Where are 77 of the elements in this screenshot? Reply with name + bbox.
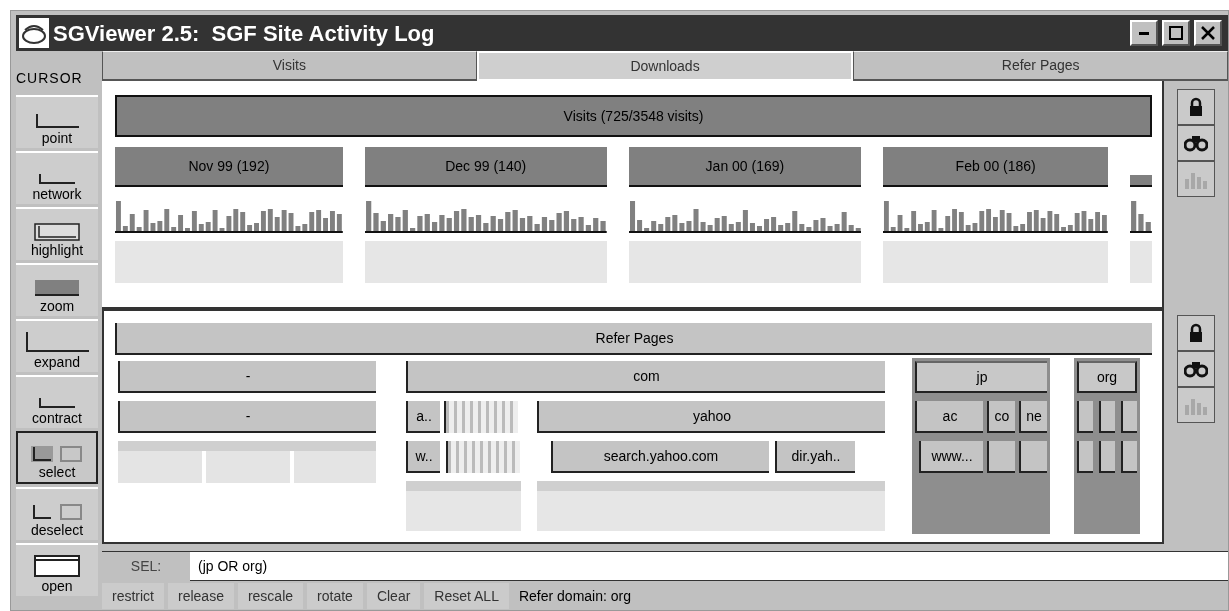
corner-icon [37,173,77,185]
cursor-tool[interactable]: zoom [16,263,98,316]
window-icon [34,555,80,577]
cursor-tool[interactable]: highlight [16,207,98,260]
binoculars-icon [1184,360,1208,378]
app-icon [19,18,49,48]
month-bar[interactable] [1130,175,1152,187]
month-bar[interactable]: Feb 00 (186) [883,147,1109,187]
window-title: SGViewer 2.5: SGF Site Activity Log [53,19,436,48]
close-button[interactable] [1194,20,1222,46]
empty-node [1121,441,1137,473]
corner-icon [34,113,80,129]
month-bar[interactable]: Dec 99 (140) [364,147,607,187]
page-bar[interactable]: dir.yah.. [775,441,855,473]
squares-icon [30,503,84,521]
side-tool[interactable] [1177,89,1215,125]
page-bar[interactable]: www... [919,441,983,473]
side-tool[interactable] [1177,351,1215,387]
cursor-tool[interactable]: deselect [16,487,98,540]
subdomain-bar[interactable]: yahoo [537,401,885,433]
bar-icon [34,279,80,297]
close-icon [1200,25,1216,41]
subdomain-bar[interactable]: a.. [406,401,440,433]
squares-icon [30,445,84,463]
cursor-tool[interactable]: open [16,543,98,596]
lock-icon [1188,97,1204,117]
tab[interactable]: Visits [102,51,477,81]
empty-node [1121,401,1137,433]
side-tool[interactable] [1177,315,1215,351]
subdomain-bar[interactable]: - [118,401,376,433]
cursor-label: CURSOR [16,69,84,88]
empty-node [1099,401,1115,433]
domain-bar[interactable]: jp [915,361,1047,393]
month-bar[interactable]: Jan 00 (169) [628,147,862,187]
domain-bar[interactable]: com [406,361,885,393]
corner-icon [37,397,77,409]
domain-bar[interactable]: - [118,361,376,393]
empty-node [1077,441,1093,473]
cursor-tool[interactable]: contract [16,375,98,428]
empty-node [1019,441,1047,473]
command-button[interactable]: release [168,583,234,609]
status-text: Refer domain: org [517,586,631,606]
page-bar[interactable]: search.yahoo.com [551,441,769,473]
subdomain-bar[interactable]: ac [915,401,983,433]
visits-header: Visits (725/3548 visits) [115,95,1152,137]
minimize-icon [1136,31,1152,35]
command-button[interactable]: Reset ALL [424,583,509,609]
lock-icon [1188,323,1204,343]
page-bar[interactable]: w.. [406,441,440,473]
command-button[interactable]: restrict [102,583,164,609]
minimize-button[interactable] [1130,20,1158,46]
command-button[interactable]: rescale [237,583,304,609]
side-tool[interactable] [1177,125,1215,161]
maximize-button[interactable] [1162,20,1190,46]
cursor-tool[interactable]: point [16,95,98,148]
selection-field[interactable]: (jp OR org) [190,552,1228,581]
binoculars-icon [1184,134,1208,152]
maximize-icon [1168,25,1184,41]
cursor-tool[interactable]: expand [16,319,98,372]
cursor-tool[interactable]: select [16,431,98,484]
command-button[interactable]: rotate [307,583,363,609]
tab[interactable]: Downloads [476,51,854,81]
subdomain-bar[interactable]: co [987,401,1015,433]
subdomain-bar[interactable]: ne [1019,401,1047,433]
empty-node [1077,401,1093,433]
frame-icon [34,223,80,241]
empty-node [1099,441,1115,473]
command-button[interactable]: Clear [366,583,421,609]
corner-icon [24,331,90,353]
cursor-tool[interactable]: network [16,151,98,204]
month-bar[interactable]: Nov 99 (192) [115,147,343,187]
refer-header: Refer Pages [115,323,1152,355]
sparkline-chart [1130,199,1152,233]
empty-node [987,441,1015,473]
tab[interactable]: Refer Pages [853,51,1228,81]
activity-strip [1130,241,1152,283]
domain-bar[interactable]: org [1077,361,1137,393]
